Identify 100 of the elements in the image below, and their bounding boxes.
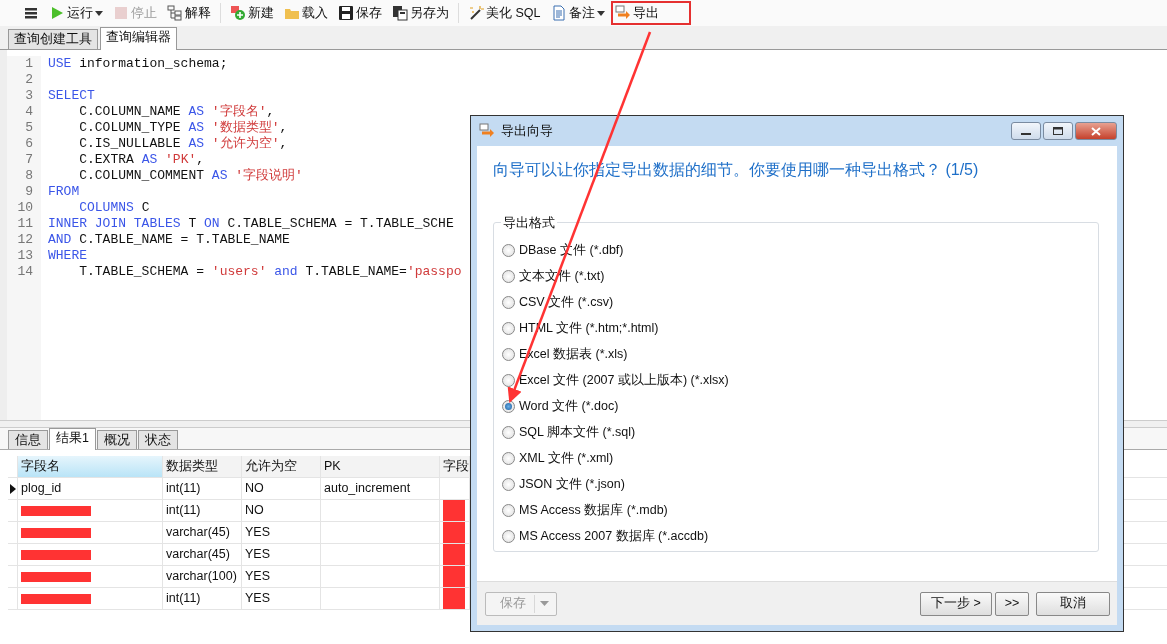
cancel-button[interactable]: 取消 xyxy=(1036,591,1110,616)
line-number: 14 xyxy=(16,264,33,280)
line-number: 9 xyxy=(24,184,33,200)
radio-label: XML 文件 (*.xml) xyxy=(519,449,614,467)
result-tab[interactable]: 概况 xyxy=(96,430,137,449)
radio-button[interactable] xyxy=(502,477,515,491)
play-icon xyxy=(49,5,65,21)
radio-button[interactable] xyxy=(502,243,515,257)
radio-label: MS Access 2007 数据库 (*.accdb) xyxy=(519,527,709,545)
code-line: WHERE xyxy=(48,248,88,264)
line-number: 10 xyxy=(16,200,33,216)
line-number: 11 xyxy=(16,216,33,232)
column-header[interactable]: 字段名 xyxy=(18,456,163,477)
line-number: 1 xyxy=(24,56,33,72)
table-cell: NO xyxy=(242,500,321,521)
radio-button[interactable] xyxy=(502,451,515,465)
menu-icon xyxy=(23,5,39,21)
toolbar-button[interactable]: 运行 xyxy=(45,1,107,25)
radio-button[interactable] xyxy=(502,399,515,413)
window-title: 导出向导 xyxy=(501,122,553,140)
result-tab[interactable]: 信息 xyxy=(8,430,48,449)
caret-icon xyxy=(534,594,552,613)
editor-tab[interactable]: 查询编辑器 xyxy=(100,27,177,50)
toolbar-button[interactable]: 备注 xyxy=(546,1,609,25)
document-icon xyxy=(550,5,567,21)
documents-icon xyxy=(392,5,408,21)
radio-label: SQL 脚本文件 (*.sql) xyxy=(519,423,636,441)
export-arrow-icon xyxy=(614,5,631,21)
toolbar-button[interactable]: 导出 xyxy=(610,1,691,25)
code-line: SELECT xyxy=(48,88,96,104)
line-number: 13 xyxy=(16,248,33,264)
column-header[interactable]: 数据类型 xyxy=(163,456,242,477)
code-line: COLUMNS C xyxy=(78,200,151,216)
toolbar-button[interactable]: 解释 xyxy=(163,1,215,25)
code-line: C.COLUMN_COMMENT AS '字段说明' xyxy=(78,168,304,184)
radio-button[interactable] xyxy=(502,295,515,309)
radio-button[interactable] xyxy=(502,425,515,439)
toolbar-button[interactable]: 新建 xyxy=(226,1,278,25)
line-number: 7 xyxy=(24,152,33,168)
column-header[interactable]: 允许为空 xyxy=(242,456,321,477)
line-number: 4 xyxy=(24,104,33,120)
line-number: 5 xyxy=(24,120,33,136)
table-cell: int(11) xyxy=(163,588,242,609)
radio-button[interactable] xyxy=(502,321,515,335)
code-line: AND C.TABLE_NAME = T.TABLE_NAME xyxy=(48,232,291,248)
stop-icon xyxy=(113,5,129,21)
toolbar-button[interactable]: 另存为 xyxy=(388,1,453,25)
table-cell: plog_id xyxy=(18,478,163,499)
radio-button[interactable] xyxy=(502,347,515,361)
radio-label: CSV 文件 (*.csv) xyxy=(519,293,614,311)
table-cell: YES xyxy=(242,588,321,609)
radio-label: Excel 文件 (2007 或以上版本) (*.xlsx) xyxy=(519,371,729,389)
toolbar-button[interactable]: 保存 xyxy=(334,1,386,25)
code-line: INNER JOIN TABLES T ON C.TABLE_SCHEMA = T.TABLE_SCHE xyxy=(48,216,455,232)
radio-button[interactable] xyxy=(502,269,515,283)
diagram-icon xyxy=(167,5,183,21)
table-cell: YES xyxy=(242,522,321,543)
line-number: 12 xyxy=(16,232,33,248)
table-cell: varchar(45) xyxy=(163,522,242,543)
magic-wand-icon xyxy=(468,5,484,21)
minimize-button[interactable] xyxy=(1011,122,1041,140)
code-line: C.EXTRA AS 'PK', xyxy=(78,152,206,168)
table-cell: YES xyxy=(242,544,321,565)
code-line: T.TABLE_SCHEMA = 'users' and T.TABLE_NAME='passpo xyxy=(78,264,461,280)
column-header[interactable]: PK xyxy=(321,456,440,477)
code-line: C.IS_NULLABLE AS '允许为空', xyxy=(78,136,289,152)
code-line: USE information_schema; xyxy=(48,56,229,72)
result-tab[interactable]: 结果1 xyxy=(49,428,96,450)
code-line: C.COLUMN_NAME AS '字段名', xyxy=(78,104,276,120)
export-arrow-icon xyxy=(479,123,495,139)
table-cell: NO xyxy=(242,478,321,499)
table-cell: int(11) xyxy=(163,500,242,521)
code-line: FROM xyxy=(48,184,81,200)
maximize-icon xyxy=(1053,126,1063,136)
editor-tab[interactable]: 查询创建工具 xyxy=(8,29,98,49)
line-number: 6 xyxy=(24,136,33,152)
column-header[interactable]: 字段 xyxy=(440,456,470,477)
radio-label: JSON 文件 (*.json) xyxy=(519,475,625,493)
table-cell: YES xyxy=(242,566,321,587)
line-number: 3 xyxy=(24,88,33,104)
minimize-icon xyxy=(1021,133,1031,135)
radio-label: MS Access 数据库 (*.mdb) xyxy=(519,501,668,519)
radio-label: Word 文件 (*.doc) xyxy=(519,397,619,415)
radio-button[interactable] xyxy=(502,529,515,543)
toolbar-button[interactable]: 载入 xyxy=(280,1,332,25)
table-cell: auto_increment xyxy=(321,478,440,499)
next-button[interactable]: 下一步 > xyxy=(920,591,992,616)
code-line: C.COLUMN_TYPE AS '数据类型', xyxy=(78,120,289,136)
table-cell: varchar(100) xyxy=(163,566,242,587)
table-cell: varchar(45) xyxy=(163,544,242,565)
toolbar-button[interactable]: 美化 SQL xyxy=(464,1,545,25)
result-tab[interactable]: 状态 xyxy=(137,430,178,449)
finish-button[interactable]: >> xyxy=(995,591,1029,616)
close-button[interactable] xyxy=(1075,122,1117,140)
new-icon xyxy=(230,5,246,21)
close-icon xyxy=(1091,126,1101,136)
radio-button[interactable] xyxy=(502,503,515,517)
line-number: 8 xyxy=(24,168,33,184)
maximize-button[interactable] xyxy=(1043,122,1073,140)
radio-button[interactable] xyxy=(502,373,515,387)
